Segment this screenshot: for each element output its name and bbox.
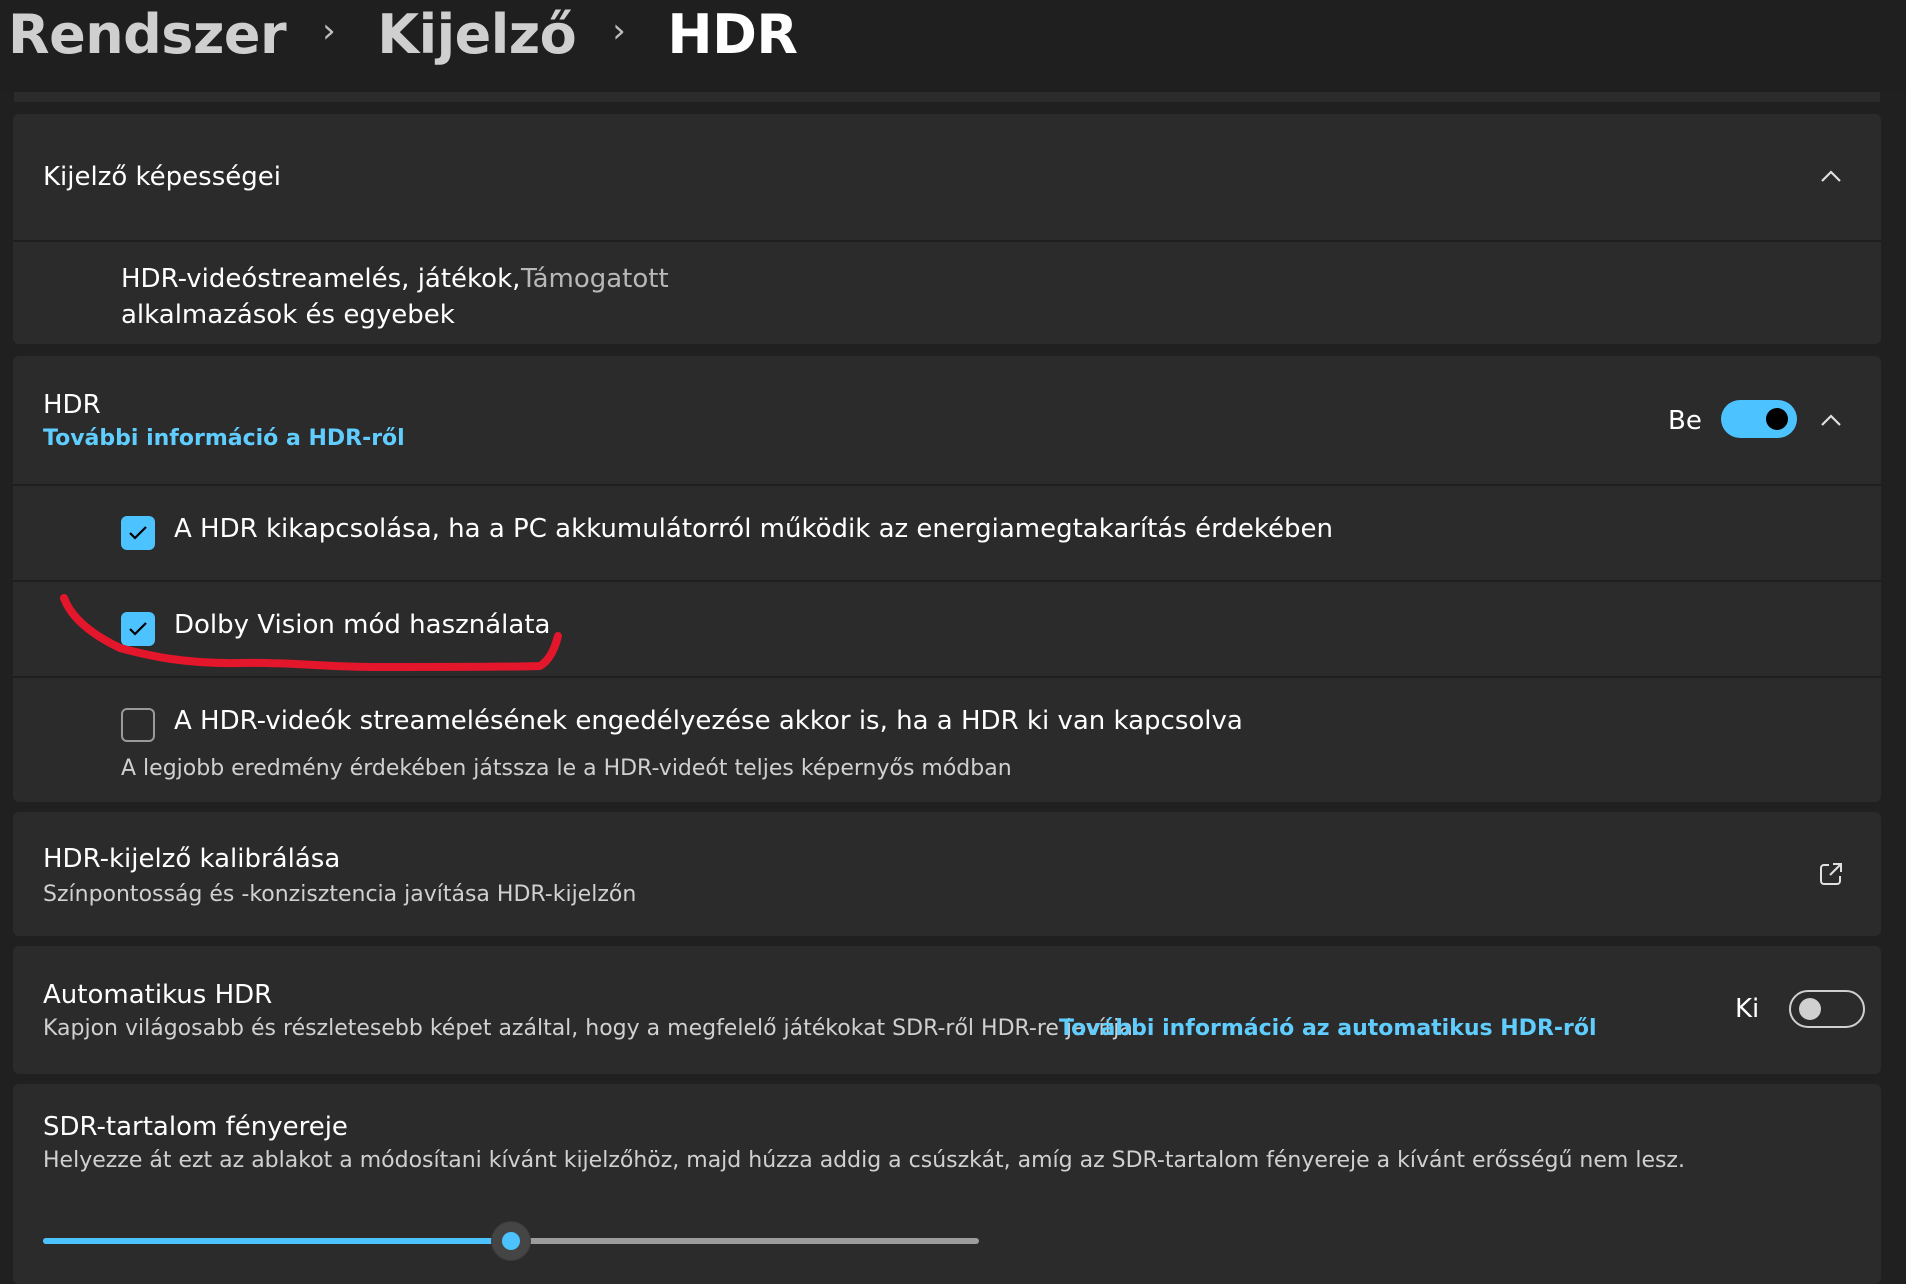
breadcrumb: Rendszer › Kijelző › HDR xyxy=(8,2,798,66)
calibration-subtitle: Színpontosság és -konzisztencia javítása… xyxy=(43,882,637,907)
hdr-toggle-label: Be xyxy=(1668,406,1702,436)
hdr-header[interactable]: HDR További információ a HDR-ről Be xyxy=(13,356,1881,484)
sdr-brightness-card: SDR-tartalom fényereje Helyezze át ezt a… xyxy=(13,1084,1881,1284)
breadcrumb-chevron-icon: › xyxy=(322,11,336,51)
auto-hdr-subtitle: Kapjon világosabb és részletesebb képet … xyxy=(43,1016,1140,1041)
hdr-streaming-description: A legjobb eredmény érdekében játssza le … xyxy=(121,756,1012,781)
dolby-vision-label: Dolby Vision mód használata xyxy=(174,610,551,640)
display-capabilities-header[interactable]: Kijelző képességei xyxy=(13,114,1881,240)
sdr-brightness-slider[interactable] xyxy=(43,1221,979,1261)
page-header: Rendszer › Kijelző › HDR xyxy=(0,0,1906,92)
hdr-calibration-card[interactable]: HDR-kijelző kalibrálása Színpontosság és… xyxy=(13,812,1881,936)
chevron-up-icon[interactable] xyxy=(1813,158,1849,194)
auto-hdr-toggle-label: Ki xyxy=(1735,994,1760,1024)
checkmark-icon xyxy=(129,622,147,636)
hdr-option-streaming[interactable]: A HDR-videók streamelésének engedélyezés… xyxy=(13,678,1881,802)
chevron-up-icon[interactable] xyxy=(1813,402,1849,438)
breadcrumb-chevron-icon: › xyxy=(612,11,626,51)
hdr-learn-more-link[interactable]: További információ a HDR-ről xyxy=(43,426,405,451)
hdr-title: HDR xyxy=(43,390,101,420)
hdr-toggle[interactable] xyxy=(1721,400,1797,438)
battery-hdr-label: A HDR kikapcsolása, ha a PC akkumulátorr… xyxy=(174,514,1333,544)
breadcrumb-item-rendszer[interactable]: Rendszer xyxy=(8,3,287,66)
hdr-feature-label-line1: HDR-videóstreamelés, játékok, xyxy=(121,264,521,294)
auto-hdr-learn-more-link[interactable]: További információ az automatikus HDR-rő… xyxy=(1059,1016,1597,1041)
toggle-knob xyxy=(1799,998,1821,1020)
open-external-icon[interactable] xyxy=(1813,856,1849,892)
auto-hdr-title: Automatikus HDR xyxy=(43,980,273,1010)
battery-hdr-checkbox[interactable] xyxy=(121,516,155,550)
page-title: HDR xyxy=(667,2,798,66)
hdr-feature-label-line2: alkalmazások és egyebek xyxy=(121,300,455,330)
sdr-brightness-title: SDR-tartalom fényereje xyxy=(43,1112,348,1142)
scroll-edge-card xyxy=(14,92,1880,102)
checkmark-icon xyxy=(129,526,147,540)
breadcrumb-item-kijelzo[interactable]: Kijelző xyxy=(377,3,577,66)
hdr-feature-status: Támogatott xyxy=(521,264,669,294)
slider-fill xyxy=(43,1238,511,1244)
hdr-streaming-checkbox[interactable] xyxy=(121,708,155,742)
auto-hdr-toggle[interactable] xyxy=(1789,990,1865,1028)
auto-hdr-card: Automatikus HDR Kapjon világosabb és rés… xyxy=(13,946,1881,1074)
dolby-vision-checkbox[interactable] xyxy=(121,612,155,646)
hdr-card: HDR További információ a HDR-ről Be A HD… xyxy=(13,356,1881,802)
toggle-knob xyxy=(1766,408,1788,430)
hdr-option-dolby-vision[interactable]: Dolby Vision mód használata xyxy=(13,582,1881,676)
sdr-brightness-subtitle: Helyezze át ezt az ablakot a módosítani … xyxy=(43,1148,1685,1173)
hdr-streaming-label: A HDR-videók streamelésének engedélyezés… xyxy=(174,706,1243,736)
display-capabilities-title: Kijelző képességei xyxy=(43,162,281,192)
hdr-option-battery[interactable]: A HDR kikapcsolása, ha a PC akkumulátorr… xyxy=(13,486,1881,580)
hdr-feature-row: HDR-videóstreamelés, játékok, alkalmazás… xyxy=(13,242,1881,344)
display-capabilities-card: Kijelző képességei HDR-videóstreamelés, … xyxy=(13,114,1881,344)
slider-thumb[interactable] xyxy=(491,1221,531,1261)
calibration-title: HDR-kijelző kalibrálása xyxy=(43,844,341,874)
